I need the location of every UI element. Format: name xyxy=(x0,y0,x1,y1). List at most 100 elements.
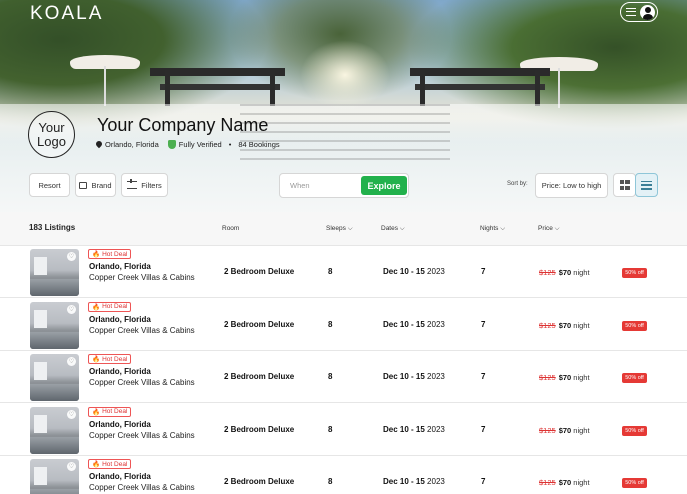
listing-date-range: Dec 10 - 15 xyxy=(383,477,425,486)
listing-location: Orlando, Florida xyxy=(89,262,151,271)
list-view-button[interactable] xyxy=(635,173,658,197)
filters-button[interactable]: Filters xyxy=(121,173,168,197)
column-room: Room xyxy=(222,225,240,232)
discount-badge: 50% off xyxy=(622,425,647,436)
listing-sleeps: 8 xyxy=(328,319,333,329)
fire-icon: 🔥 xyxy=(92,461,101,468)
listing-room: 2 Bedroom Deluxe xyxy=(224,267,295,276)
listing-thumbnail[interactable]: ♡ xyxy=(30,249,79,296)
brand-filter-button[interactable]: Brand xyxy=(75,173,116,197)
listing-year: 2023 xyxy=(427,477,445,486)
sort-select[interactable]: Price: Low to high xyxy=(535,173,608,198)
listing-price: $125 $70 night xyxy=(539,373,590,382)
account-menu-button[interactable] xyxy=(620,2,658,22)
listing-sleeps: 8 xyxy=(328,372,333,381)
new-price: $70 xyxy=(558,373,572,382)
column-nights[interactable]: Nights ⌵ xyxy=(480,225,505,233)
thumbnail-floor xyxy=(30,384,79,401)
grid-view-icon xyxy=(619,180,630,190)
listing-price: $125 $70 night xyxy=(539,321,590,330)
verified-label: Fully Verified xyxy=(178,140,222,149)
new-price: $70 xyxy=(558,425,572,435)
old-price: $125 xyxy=(539,320,556,330)
listing-thumbnail[interactable]: ♡ xyxy=(30,406,79,454)
listing-resort: Copper Creek Villas & Cabins xyxy=(89,325,195,335)
listing-room: 2 Bedroom Deluxe xyxy=(224,477,295,486)
listing-room: 2 Bedroom Deluxe xyxy=(224,424,295,434)
verified-shield-icon xyxy=(167,140,176,149)
listing-thumbnail[interactable]: ♡ xyxy=(30,459,79,494)
heart-icon[interactable]: ♡ xyxy=(67,409,76,419)
column-price-label: Price xyxy=(538,225,553,232)
heart-icon[interactable]: ♡ xyxy=(67,462,76,471)
bookings-count: 84 Bookings xyxy=(238,140,280,149)
grid-view-button[interactable] xyxy=(613,173,636,197)
chevron-down-icon: ⌵ xyxy=(500,225,506,232)
company-location: Orlando, Florida xyxy=(105,140,159,149)
hero-pool-reflection xyxy=(240,104,450,164)
table-row[interactable]: ♡ 🔥 Hot Deal Orlando, Florida Copper Cre… xyxy=(0,456,687,494)
resort-filter-button[interactable]: Resort xyxy=(29,173,70,197)
hero-umbrella-pole xyxy=(104,66,106,106)
resort-filter-label: Resort xyxy=(38,180,61,190)
heart-icon[interactable]: ♡ xyxy=(67,252,76,261)
hot-deal-label: Hot Deal xyxy=(102,408,128,415)
listing-nights: 7 xyxy=(481,267,486,276)
listing-resort: Copper Creek Villas & Cabins xyxy=(89,430,195,440)
listing-sleeps: 8 xyxy=(328,424,333,434)
listing-nights: 7 xyxy=(481,319,486,329)
listing-year: 2023 xyxy=(427,267,445,276)
listing-location: Orlando, Florida xyxy=(89,419,151,429)
hero-umbrella-pole xyxy=(558,68,560,108)
listing-dates: Dec 10 - 15 2023 xyxy=(383,477,445,486)
column-sleeps[interactable]: Sleeps ⌵ xyxy=(326,225,353,233)
heart-icon[interactable]: ♡ xyxy=(67,304,76,314)
listing-resort: Copper Creek Villas & Cabins xyxy=(89,483,195,492)
user-icon xyxy=(640,4,655,20)
listing-nights: 7 xyxy=(481,477,486,486)
listing-resort: Copper Creek Villas & Cabins xyxy=(89,273,195,282)
hot-deal-badge: 🔥 Hot Deal xyxy=(88,459,132,469)
hero-pergola xyxy=(410,68,550,76)
chevron-down-icon: ⌵ xyxy=(399,225,405,232)
tag-icon xyxy=(79,181,88,189)
table-row[interactable]: ♡ 🔥 Hot Deal Orlando, Florida Copper Cre… xyxy=(0,246,687,298)
listing-location: Orlando, Florida xyxy=(89,472,151,481)
when-input[interactable]: When xyxy=(290,181,310,190)
table-row[interactable]: ♡ 🔥 Hot Deal Orlando, Florida Copper Cre… xyxy=(0,351,687,403)
table-row[interactable]: ♡ 🔥 Hot Deal Orlando, Florida Copper Cre… xyxy=(0,298,687,351)
hero-pergola xyxy=(160,84,280,90)
brand-filter-label: Brand xyxy=(91,180,112,190)
table-row[interactable]: ♡ 🔥 Hot Deal Orlando, Florida Copper Cre… xyxy=(0,403,687,456)
old-price: $125 xyxy=(539,373,556,382)
listing-price: $125 $70 night xyxy=(539,478,590,487)
hot-deal-label: Hot Deal xyxy=(102,460,128,468)
meta-separator: • xyxy=(228,140,232,149)
listing-nights: 7 xyxy=(481,372,486,381)
hero-pergola xyxy=(150,68,285,76)
old-price: $125 xyxy=(539,268,556,277)
hot-deal-badge: 🔥 Hot Deal xyxy=(88,354,132,364)
brand-wordmark[interactable]: KOALA xyxy=(30,3,103,25)
price-unit: night xyxy=(573,373,590,382)
listing-location: Orlando, Florida xyxy=(89,314,151,324)
logo-line-1: Your xyxy=(38,119,65,135)
listing-nights: 7 xyxy=(481,424,486,434)
column-price[interactable]: Price ⌵ xyxy=(538,225,560,233)
thumbnail-window xyxy=(34,309,47,328)
listing-date-range: Dec 10 - 15 xyxy=(383,424,425,434)
hot-deal-badge: 🔥 Hot Deal xyxy=(88,406,132,417)
hot-deal-badge: 🔥 Hot Deal xyxy=(88,249,132,259)
thumbnail-window xyxy=(34,362,47,380)
when-search-box[interactable]: When Explore xyxy=(279,173,409,198)
column-dates[interactable]: Dates ⌵ xyxy=(381,225,405,233)
listing-thumbnail[interactable]: ♡ xyxy=(30,301,79,349)
explore-button[interactable]: Explore xyxy=(361,176,407,195)
listing-thumbnail[interactable]: ♡ xyxy=(30,354,79,401)
listing-date-range: Dec 10 - 15 xyxy=(383,372,425,381)
fire-icon: 🔥 xyxy=(92,356,101,363)
listing-room: 2 Bedroom Deluxe xyxy=(224,372,295,381)
hot-deal-label: Hot Deal xyxy=(102,250,128,258)
old-price: $125 xyxy=(539,478,556,487)
heart-icon[interactable]: ♡ xyxy=(67,357,76,366)
